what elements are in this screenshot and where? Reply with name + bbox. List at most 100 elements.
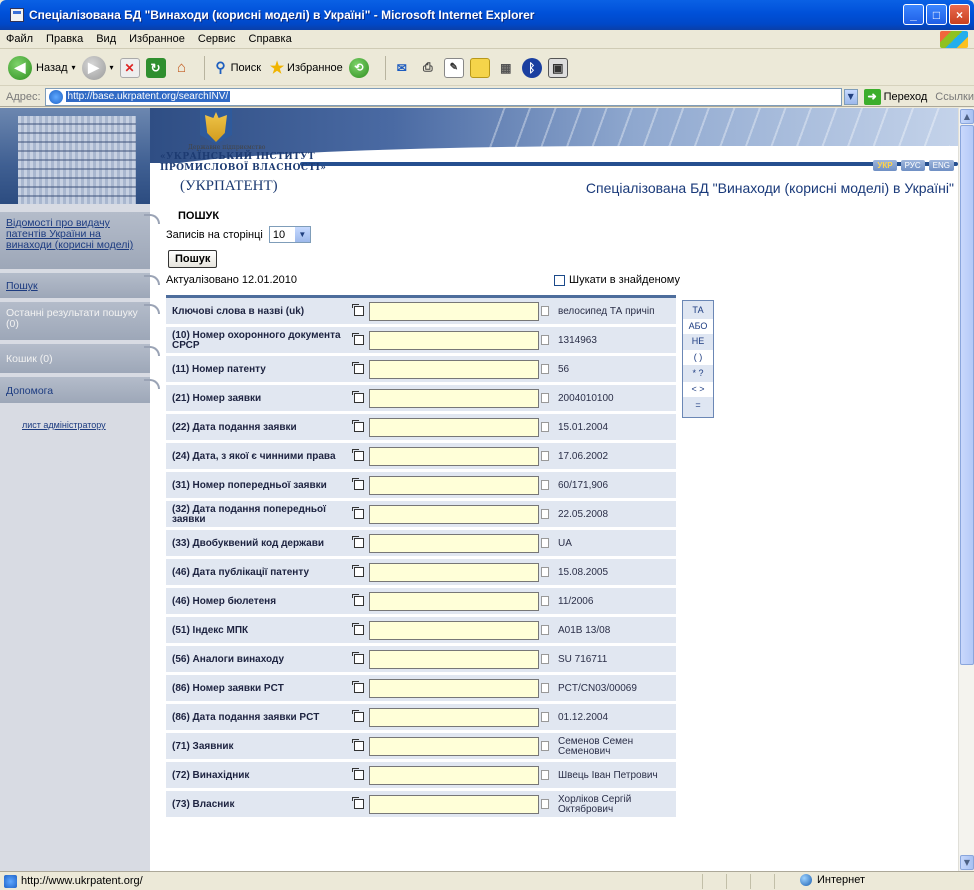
home-icon[interactable]: ⌂ <box>172 58 192 78</box>
forward-dropdown-icon[interactable]: ▾ <box>110 63 114 72</box>
mail-icon[interactable]: ✉ <box>392 58 412 78</box>
scroll-down-icon[interactable]: ▼ <box>960 855 974 870</box>
operator-button[interactable]: < > <box>683 382 713 397</box>
search-field-row: (56) Аналоги винаходу SU 716711 <box>166 646 676 675</box>
menu-favorites[interactable]: Избранное <box>129 33 185 45</box>
search-button[interactable]: ⚲ Поиск <box>211 58 261 78</box>
copy-icon[interactable] <box>352 536 364 548</box>
lang-rus[interactable]: РУС <box>900 160 925 171</box>
copy-icon[interactable] <box>352 797 364 809</box>
scrollbar-thumb[interactable] <box>960 125 974 665</box>
sidebar-search-label[interactable]: Пошук <box>6 280 38 292</box>
field-input[interactable] <box>369 302 539 321</box>
menu-file[interactable]: Файл <box>6 33 33 45</box>
print-icon[interactable]: ⎙ <box>418 58 438 78</box>
field-input[interactable] <box>369 389 539 408</box>
copy-icon[interactable] <box>352 507 364 519</box>
copy-icon[interactable] <box>352 739 364 751</box>
field-input[interactable] <box>369 505 539 524</box>
per-page-value: 10 <box>272 228 286 241</box>
copy-icon[interactable] <box>352 681 364 693</box>
per-page-select[interactable]: 10 ▼ <box>268 226 311 243</box>
back-dropdown-icon[interactable]: ▾ <box>72 63 76 72</box>
copy-icon[interactable] <box>352 623 364 635</box>
search-in-found-checkbox[interactable] <box>554 274 565 286</box>
menu-view[interactable]: Вид <box>96 33 116 45</box>
search-submit-button[interactable]: Пошук <box>168 250 218 268</box>
sidebar-item-basket[interactable]: Кошик (0) <box>0 344 160 373</box>
history-icon[interactable]: ⟲ <box>348 57 369 78</box>
sidebar-item-info[interactable]: Відомості про видачу патентів України на… <box>0 212 160 269</box>
sidebar-item-search[interactable]: Пошук <box>0 273 160 298</box>
copy-icon[interactable] <box>352 420 364 432</box>
close-button[interactable]: × <box>949 4 970 25</box>
search-field-row: (46) Дата публікації патенту 15.08.2005 <box>166 559 676 588</box>
menu-help[interactable]: Справка <box>249 33 292 45</box>
operator-button[interactable]: ТА <box>683 303 713 318</box>
field-input[interactable] <box>369 766 539 785</box>
field-input[interactable] <box>369 708 539 727</box>
forward-button[interactable]: ▶ ▾ <box>81 55 114 80</box>
menu-edit[interactable]: Правка <box>46 33 83 45</box>
operator-button[interactable]: АБО <box>683 319 713 334</box>
sidebar-item-last-results[interactable]: Останні результати пошуку (0) <box>0 302 160 340</box>
copy-icon[interactable] <box>352 565 364 577</box>
minimize-button[interactable]: _ <box>903 4 924 25</box>
field-label: (86) Дата подання заявки PCT <box>172 712 320 723</box>
stop-icon[interactable]: ✕ <box>119 57 140 78</box>
copy-icon[interactable] <box>352 449 364 461</box>
back-button[interactable]: ◀ Назад ▾ <box>8 55 76 80</box>
folder-icon[interactable] <box>469 57 490 78</box>
search-in-found[interactable]: Шукати в знайденому <box>554 274 680 286</box>
field-input[interactable] <box>369 650 539 669</box>
copy-icon[interactable] <box>352 333 364 345</box>
go-button[interactable]: ➜ Переход <box>863 88 927 105</box>
operator-button[interactable]: = <box>683 398 713 413</box>
operator-button[interactable]: ( ) <box>683 350 713 365</box>
copy-icon[interactable] <box>352 594 364 606</box>
field-input[interactable] <box>369 795 539 814</box>
sidebar-info-label[interactable]: Відомості про видачу патентів України на… <box>6 217 133 251</box>
edit-icon[interactable]: ✎ <box>443 57 464 78</box>
copy-icon[interactable] <box>352 304 364 316</box>
lang-eng[interactable]: ENG <box>928 160 954 171</box>
operator-button[interactable]: НЕ <box>683 334 713 349</box>
menu-tools[interactable]: Сервис <box>198 33 236 45</box>
scroll-up-icon[interactable]: ▲ <box>960 109 974 124</box>
address-input[interactable]: http://base.ukrpatent.org/searchINV/ <box>44 87 842 106</box>
copy-icon[interactable] <box>352 478 364 490</box>
field-input[interactable] <box>369 563 539 582</box>
field-input[interactable] <box>369 737 539 756</box>
vertical-scrollbar[interactable]: ▲ ▼ <box>958 108 974 871</box>
field-input[interactable] <box>369 476 539 495</box>
copy-icon[interactable] <box>352 652 364 664</box>
bluetooth-icon[interactable]: ᛒ <box>521 57 542 78</box>
copy-icon[interactable] <box>352 710 364 722</box>
field-input[interactable] <box>369 592 539 611</box>
messenger-icon[interactable]: ▣ <box>547 57 568 78</box>
copy-icon[interactable] <box>352 768 364 780</box>
sidebar-help-label[interactable]: Допомога <box>6 385 53 397</box>
refresh-icon[interactable]: ↻ <box>145 57 166 78</box>
field-input[interactable] <box>369 679 539 698</box>
operator-button[interactable]: * ? <box>683 366 713 381</box>
field-input[interactable] <box>369 331 539 350</box>
search-field-row: Ключові слова в назві (uk) велосипед ТА п… <box>166 298 676 327</box>
copy-icon[interactable] <box>352 391 364 403</box>
sidebar-item-help[interactable]: Допомога <box>0 377 160 403</box>
admin-letter-link[interactable]: лист адміністратору <box>22 420 106 430</box>
field-input[interactable] <box>369 447 539 466</box>
field-input[interactable] <box>369 621 539 640</box>
address-dropdown-icon[interactable]: ▼ <box>843 88 858 105</box>
copy-icon[interactable] <box>352 362 364 374</box>
field-input[interactable] <box>369 534 539 553</box>
search-field-row: (86) Номер заявки PCT PCT/CN03/00069 <box>166 675 676 704</box>
field-input[interactable] <box>369 360 539 379</box>
links-button[interactable]: Ссылки <box>935 91 974 103</box>
favorites-button[interactable]: ★ Избранное <box>267 58 343 78</box>
maximize-button[interactable]: □ <box>926 4 947 25</box>
field-input[interactable] <box>369 418 539 437</box>
research-icon[interactable]: ▦ <box>496 58 516 78</box>
address-url[interactable]: http://base.ukrpatent.org/searchINV/ <box>65 91 231 102</box>
lang-ukr[interactable]: УКР <box>873 160 897 171</box>
